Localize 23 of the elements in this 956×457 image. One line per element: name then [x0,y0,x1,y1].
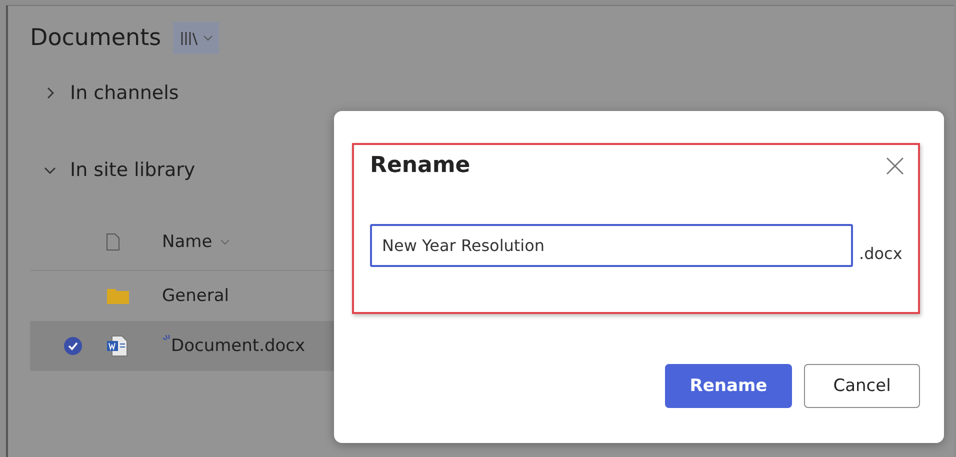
close-icon [886,156,904,174]
file-extension: .docx [859,244,902,265]
chevron-down-icon [220,239,230,245]
view-switcher-button[interactable] [173,22,220,54]
file-name[interactable]: Document.docx [171,336,306,356]
file-icon [106,233,120,251]
close-button[interactable] [884,154,906,176]
file-row[interactable]: General [30,271,670,321]
chevron-down-icon [203,35,214,41]
file-name[interactable]: General [162,286,229,306]
page-title: Documents [30,25,162,51]
dialog-title: Rename [370,153,470,178]
library-icon [179,29,200,47]
sync-icon [162,334,170,342]
rename-button[interactable]: Rename [665,364,792,408]
cancel-button[interactable]: Cancel [804,364,920,408]
file-name-field[interactable]: New Year Resolution [370,224,853,267]
column-header[interactable]: Name [162,232,230,252]
word-document-icon [106,335,128,357]
section-toggle[interactable]: In site library [44,158,196,180]
checkmark-circle-icon[interactable] [63,336,83,356]
folder-icon [106,287,130,305]
section-toggle[interactable]: In channels [44,82,179,104]
